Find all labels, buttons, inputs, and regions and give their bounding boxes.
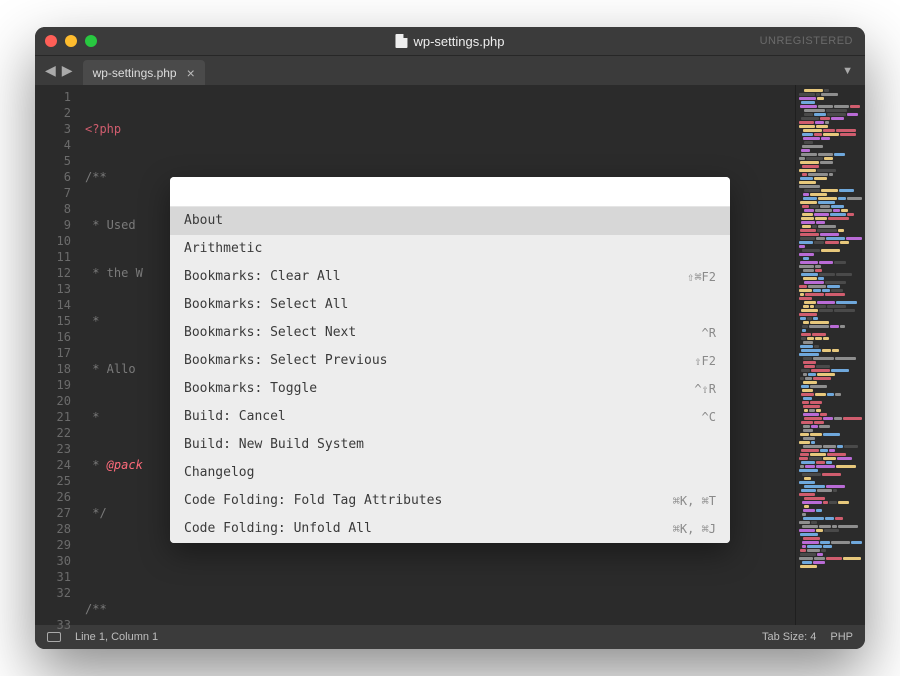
- command-palette-item-shortcut: ^R: [702, 325, 716, 341]
- close-window-button[interactable]: [45, 35, 57, 47]
- command-palette-item-label: Bookmarks: Select Next: [184, 325, 356, 341]
- command-palette-item-label: Build: Cancel: [184, 409, 286, 425]
- command-palette-item-label: Code Folding: Fold Tag Attributes: [184, 493, 442, 509]
- status-syntax[interactable]: PHP: [830, 631, 853, 643]
- command-palette-input[interactable]: [182, 184, 718, 199]
- status-bar: Line 1, Column 1 Tab Size: 4 PHP: [35, 625, 865, 649]
- nav-arrows: ◀ ▶: [35, 56, 83, 85]
- command-palette-item-label: About: [184, 213, 223, 229]
- command-palette-item-label: Build: New Build System: [184, 437, 364, 453]
- tab-overflow-button[interactable]: ▼: [830, 56, 865, 85]
- command-palette-item[interactable]: Bookmarks: Select Previous ⇧F2: [170, 347, 730, 375]
- command-palette-item[interactable]: Bookmarks: Clear All ⇧⌘F2: [170, 263, 730, 291]
- command-palette-item-shortcut: ⇧F2: [694, 353, 716, 369]
- minimap[interactable]: [795, 85, 865, 625]
- command-palette-item-label: Bookmarks: Select Previous: [184, 353, 388, 369]
- command-palette-input-row: [170, 177, 730, 207]
- command-palette-item-shortcut: ⌘K, ⌘J: [673, 521, 716, 537]
- status-cursor-position[interactable]: Line 1, Column 1: [75, 631, 158, 643]
- command-palette-item[interactable]: Code Folding: Unfold All ⌘K, ⌘J: [170, 515, 730, 543]
- command-palette-item[interactable]: Changelog: [170, 459, 730, 487]
- command-palette: AboutArithmeticBookmarks: Clear All⇧⌘F2B…: [170, 177, 730, 543]
- command-palette-item-shortcut: ⌘K, ⌘T: [673, 493, 716, 509]
- command-palette-item-label: Code Folding: Unfold All: [184, 521, 372, 537]
- tab-bar: ◀ ▶ wp-settings.php × ▼: [35, 55, 865, 85]
- command-palette-item-label: Changelog: [184, 465, 254, 481]
- command-palette-item-label: Bookmarks: Select All: [184, 297, 348, 313]
- file-tab[interactable]: wp-settings.php ×: [83, 60, 205, 85]
- line-number-gutter: 1 2 3 4 5 6 7 8 9 10 11 12 13 14 15 16 1…: [35, 85, 79, 625]
- nav-forward-button[interactable]: ▶: [62, 62, 73, 79]
- command-palette-item[interactable]: Bookmarks: Toggle ^⇧R: [170, 375, 730, 403]
- command-palette-list: AboutArithmeticBookmarks: Clear All⇧⌘F2B…: [170, 207, 730, 543]
- command-palette-item-shortcut: ^C: [702, 409, 716, 425]
- command-palette-item[interactable]: Build: New Build System: [170, 431, 730, 459]
- command-palette-item-label: Arithmetic: [184, 241, 262, 257]
- command-palette-item[interactable]: Bookmarks: Select Next ^R: [170, 319, 730, 347]
- tab-label: wp-settings.php: [93, 66, 177, 80]
- file-icon: [395, 34, 407, 48]
- minimize-window-button[interactable]: [65, 35, 77, 47]
- zoom-window-button[interactable]: [85, 35, 97, 47]
- tab-close-button[interactable]: ×: [187, 66, 195, 80]
- command-palette-item[interactable]: Arithmetic: [170, 235, 730, 263]
- command-palette-item-label: Bookmarks: Toggle: [184, 381, 317, 397]
- command-palette-item[interactable]: Build: Cancel ^C: [170, 403, 730, 431]
- command-palette-item[interactable]: Bookmarks: Select All: [170, 291, 730, 319]
- editor: 1 2 3 4 5 6 7 8 9 10 11 12 13 14 15 16 1…: [35, 85, 865, 625]
- nav-back-button[interactable]: ◀: [45, 62, 56, 79]
- traffic-lights: [45, 35, 97, 47]
- command-palette-item[interactable]: About: [170, 207, 730, 235]
- command-palette-item-shortcut: ^⇧R: [694, 381, 716, 397]
- window-title: wp-settings.php: [395, 34, 504, 49]
- titlebar: wp-settings.php UNREGISTERED: [35, 27, 865, 55]
- panel-icon[interactable]: [47, 632, 61, 642]
- command-palette-item-shortcut: ⇧⌘F2: [687, 269, 716, 285]
- app-window: wp-settings.php UNREGISTERED ◀ ▶ wp-sett…: [35, 27, 865, 649]
- title-filename: wp-settings.php: [413, 34, 504, 49]
- status-tab-size[interactable]: Tab Size: 4: [762, 631, 816, 643]
- command-palette-item[interactable]: Code Folding: Fold Tag Attributes ⌘K, ⌘T: [170, 487, 730, 515]
- license-status: UNREGISTERED: [760, 35, 853, 47]
- command-palette-item-label: Bookmarks: Clear All: [184, 269, 341, 285]
